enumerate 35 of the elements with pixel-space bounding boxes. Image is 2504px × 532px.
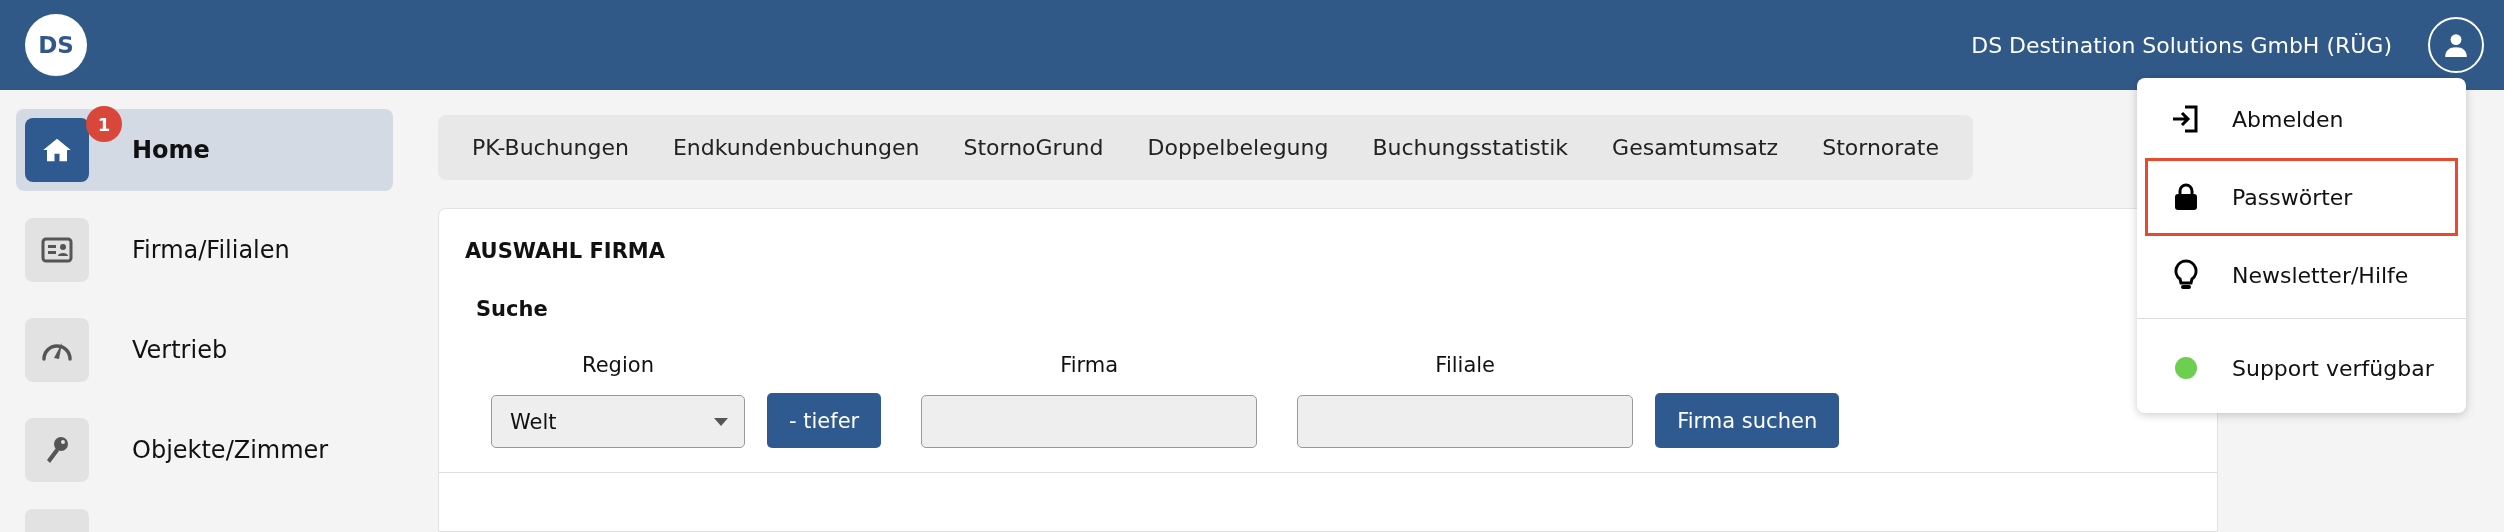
sidebar-item[interactable]: Objekte/Zimmer — [16, 409, 393, 491]
sidebar-item[interactable]: Firma/Filialen — [16, 209, 393, 291]
input-field[interactable] — [921, 395, 1258, 448]
tab[interactable]: Buchungsstatistik — [1350, 135, 1591, 160]
menu-item[interactable]: Passwörter — [2145, 158, 2458, 236]
action-button[interactable]: Firma suchen — [1655, 393, 1840, 448]
menu-item[interactable]: Abmelden — [2145, 80, 2458, 158]
tab[interactable]: Endkundenbuchungen — [650, 135, 942, 160]
field-label: Region — [582, 353, 654, 379]
sidebar-item[interactable]: Vertrieb — [16, 309, 393, 391]
region-select[interactable]: Welt — [491, 395, 745, 448]
sidebar-item[interactable]: 1 Home — [16, 109, 393, 191]
caret-icon — [714, 417, 728, 426]
field-label: Firma — [1060, 353, 1119, 379]
menu-item[interactable]: Support verfügbar — [2145, 329, 2458, 407]
menu-item[interactable]: Newsletter/Hilfe — [2145, 236, 2458, 314]
id-card-icon — [41, 236, 73, 264]
tab[interactable]: Stornorate — [1800, 135, 1961, 160]
lock-icon — [2174, 183, 2198, 211]
section-title: Suche — [476, 297, 549, 321]
lightbulb-icon — [2174, 259, 2198, 291]
card-title: AUSWAHL FIRMA — [465, 239, 666, 263]
tab[interactable]: StornoGrund — [941, 135, 1126, 160]
sign-in-icon — [2171, 104, 2201, 134]
user-menu-button[interactable] — [2428, 17, 2484, 73]
tab[interactable]: Doppelbelegung — [1125, 135, 1351, 160]
action-button[interactable]: - tiefer — [767, 393, 882, 448]
input-field[interactable] — [1297, 395, 1634, 448]
field-label: Filiale — [1435, 353, 1496, 379]
user-icon — [2443, 32, 2469, 58]
notification-badge: 1 — [86, 106, 122, 142]
tab[interactable]: PK-Buchungen — [450, 135, 651, 160]
tab[interactable]: Gesamtumsatz — [1590, 135, 1801, 160]
logo[interactable]: DS — [25, 14, 87, 76]
company-name: DS Destination Solutions GmbH (RÜG) — [1971, 32, 2392, 58]
